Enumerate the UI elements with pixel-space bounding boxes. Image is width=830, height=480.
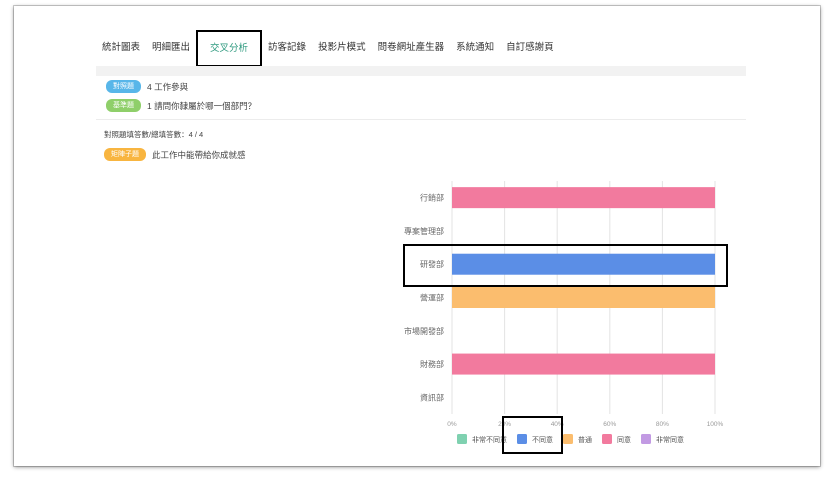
highlight-box-rd xyxy=(403,244,728,287)
bar xyxy=(452,287,715,308)
y-tick-label: 市場開發部 xyxy=(404,326,444,336)
legend-swatch xyxy=(641,434,651,444)
legend-swatch xyxy=(602,434,612,444)
x-tick-label: 80% xyxy=(656,421,669,428)
y-tick-label: 財務部 xyxy=(420,359,444,369)
legend-swatch xyxy=(563,434,573,444)
bar xyxy=(452,187,715,209)
x-tick-label: 0% xyxy=(447,421,457,428)
legend-label: 同意 xyxy=(617,435,631,444)
bar xyxy=(452,353,715,375)
y-tick-label: 行銷部 xyxy=(420,193,444,203)
y-tick-label: 資訊部 xyxy=(420,392,444,402)
y-tick-label: 營運部 xyxy=(420,293,444,303)
x-tick-label: 60% xyxy=(603,421,616,428)
legend-label: 非常同意 xyxy=(656,435,684,444)
legend-swatch xyxy=(457,434,467,444)
legend-label: 普通 xyxy=(578,435,592,444)
cross-analysis-bar-chart: 0% 20% 40% 60% 80% 100%行銷部專案管理部研發部營運部市場開發部財務部… xyxy=(404,181,724,444)
y-tick-label: 專案管理部 xyxy=(404,226,444,236)
x-tick-label: 100% xyxy=(707,421,724,428)
highlight-box-legend xyxy=(502,416,563,454)
